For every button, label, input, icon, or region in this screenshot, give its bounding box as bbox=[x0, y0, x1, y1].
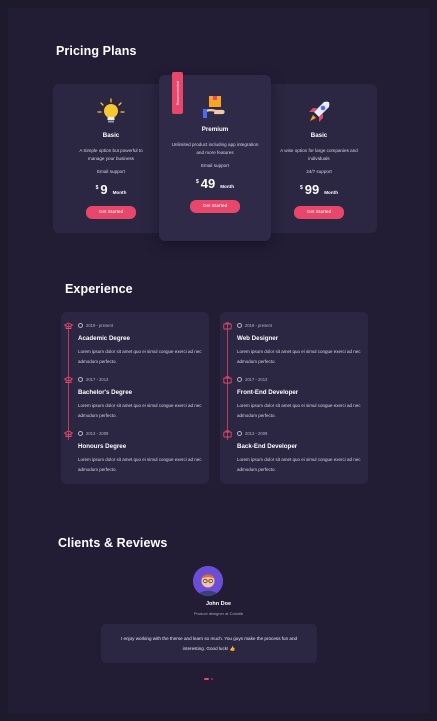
experience-title: Experience bbox=[65, 282, 133, 296]
timeline-date: 2019 - present bbox=[237, 323, 272, 328]
clock-icon bbox=[78, 377, 83, 382]
review-text: I enjoy working with the theme and learn… bbox=[120, 636, 298, 651]
price-period: Month bbox=[112, 190, 127, 195]
lightbulb-icon bbox=[97, 98, 125, 123]
date-label: 2017 - 2013 bbox=[86, 377, 109, 382]
price-amount: 99 bbox=[304, 182, 320, 197]
briefcase-icon bbox=[223, 322, 232, 330]
carousel-dots bbox=[204, 678, 213, 680]
experience-work-column: 2019 - present Web Designer Lorem ipsum … bbox=[220, 312, 368, 484]
price-amount: 49 bbox=[200, 176, 216, 191]
clock-icon bbox=[78, 323, 83, 328]
timeline-text: Lorem ipsum dolor sit amet quo ei simul … bbox=[78, 457, 202, 472]
briefcase-icon bbox=[223, 376, 232, 384]
experience-education-column: 2019 - present Academic Degree Lorem ips… bbox=[61, 312, 209, 484]
pricing-card-premium: Recommended Premium Unlimited product in… bbox=[159, 72, 271, 241]
page: Pricing Plans Basic A Simple option but … bbox=[8, 8, 429, 713]
timeline-title: Honours Degree bbox=[78, 443, 127, 450]
timeline-text: Lorem ipsum dolor sit amet quo ei simul … bbox=[237, 457, 361, 472]
clock-icon bbox=[237, 323, 242, 328]
rocket-icon bbox=[309, 101, 330, 122]
plan-price: $ 99 Month bbox=[261, 182, 377, 197]
plan-support: Email support bbox=[200, 163, 230, 168]
graduation-cap-icon bbox=[64, 430, 73, 437]
carousel-dot[interactable] bbox=[211, 678, 213, 680]
plan-description: A wise option for large companies and in… bbox=[280, 148, 358, 161]
pricing-card-basic-2: Basic A wise option for large companies … bbox=[261, 84, 377, 233]
avatar-portrait-icon bbox=[193, 566, 223, 596]
client-role: Product designer at Colorlib bbox=[193, 611, 244, 616]
price-currency: $ bbox=[299, 185, 303, 191]
pricing-title: Pricing Plans bbox=[56, 44, 137, 58]
ribbon-label: Recommended bbox=[175, 80, 180, 106]
get-started-button[interactable]: Get Started bbox=[190, 200, 240, 213]
client-name: John Doe bbox=[205, 601, 232, 607]
plan-description: Unlimited product including app integrat… bbox=[171, 142, 259, 155]
plan-name: Basic bbox=[310, 132, 328, 139]
price-currency: $ bbox=[195, 179, 199, 185]
pricing-card-basic: Basic A Simple option but powerful to ma… bbox=[53, 84, 169, 233]
plan-price: $ 49 Month bbox=[159, 176, 271, 191]
carousel-dot-active[interactable] bbox=[204, 678, 209, 680]
date-label: 2013 - 2009 bbox=[245, 431, 268, 436]
avatar bbox=[193, 566, 223, 596]
clock-icon bbox=[237, 431, 242, 436]
price-period: Month bbox=[220, 184, 235, 189]
price-period: Month bbox=[324, 190, 339, 195]
get-started-button[interactable]: Get Started bbox=[86, 206, 136, 219]
graduation-cap-icon bbox=[64, 376, 73, 383]
timeline-date: 2019 - present bbox=[78, 323, 113, 328]
price-amount: 9 bbox=[100, 182, 108, 197]
clients-title: Clients & Reviews bbox=[58, 536, 168, 550]
timeline-title: Academic Degree bbox=[78, 335, 130, 342]
plan-description: A Simple option but powerful to manage y… bbox=[79, 148, 143, 161]
timeline-date: 2013 - 2009 bbox=[237, 431, 267, 436]
get-started-button[interactable]: Get Started bbox=[294, 206, 344, 219]
date-label: 2019 - present bbox=[86, 323, 114, 328]
timeline-title: Bachelor's Degree bbox=[78, 389, 133, 396]
price-currency: $ bbox=[95, 185, 99, 191]
clock-icon bbox=[78, 431, 83, 436]
timeline-text: Lorem ipsum dolor sit amet quo ei simul … bbox=[237, 403, 361, 418]
timeline-title: Back-End Developer bbox=[237, 443, 298, 450]
timeline-text: Lorem ipsum dolor sit amet quo ei simul … bbox=[78, 403, 202, 418]
timeline-date: 2017 - 2013 bbox=[78, 377, 108, 382]
clock-icon bbox=[237, 377, 242, 382]
date-label: 2013 - 2009 bbox=[86, 431, 109, 436]
timeline-title: Front-End Developer bbox=[237, 389, 299, 396]
plan-price: $ 9 Month bbox=[53, 182, 169, 197]
plan-name: Basic bbox=[102, 132, 120, 139]
recommended-ribbon: Recommended bbox=[172, 72, 183, 114]
review-card: I enjoy working with the theme and learn… bbox=[101, 624, 317, 663]
timeline-text: Lorem ipsum dolor sit amet quo ei simul … bbox=[237, 349, 361, 364]
timeline-date: 2017 - 2013 bbox=[237, 377, 267, 382]
plan-name: Premium bbox=[201, 126, 229, 133]
timeline-text: Lorem ipsum dolor sit amet quo ei simul … bbox=[78, 349, 202, 364]
timeline-date: 2013 - 2009 bbox=[78, 431, 108, 436]
timeline-title: Web Designer bbox=[237, 335, 279, 342]
plan-support: Email support bbox=[96, 169, 126, 174]
date-label: 2019 - present bbox=[245, 323, 273, 328]
plan-support: 24/7 support bbox=[306, 169, 332, 174]
graduation-cap-icon bbox=[64, 322, 73, 329]
briefcase-icon bbox=[223, 430, 232, 438]
hand-box-icon bbox=[202, 96, 225, 118]
date-label: 2017 - 2013 bbox=[245, 377, 268, 382]
